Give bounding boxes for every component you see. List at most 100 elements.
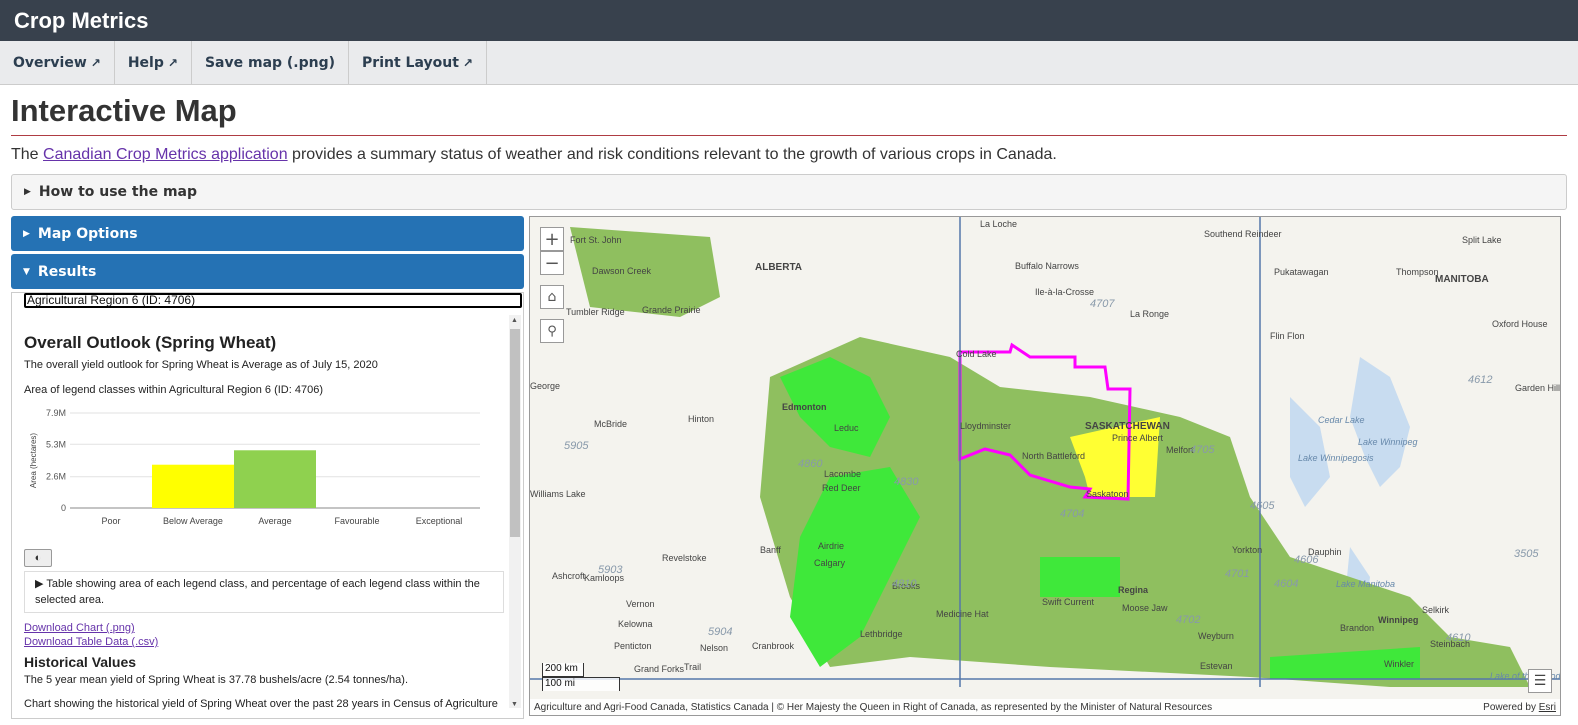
label-red-deer: Red Deer [822,483,861,493]
nav-save-map-button[interactable]: Save map (.png) [192,41,350,84]
label-fort-st-john: Fort St. John [570,235,622,245]
y-tick-label: 7.9M [46,408,66,418]
zoom-in-button[interactable]: + [540,227,564,251]
magnifier-zoom-button[interactable]: ⚲ [540,319,564,343]
x-tick-label: Below Average [163,516,223,526]
table-toggle[interactable]: ▶ Table showing area of each legend clas… [24,571,504,613]
label-thompson: Thompson [1396,267,1439,277]
home-extent-button[interactable]: ⌂ [540,285,564,309]
label-vernon: Vernon [626,599,655,609]
chart-toggle-button[interactable]: ◐ [24,549,52,567]
label-cedar-lake: Cedar Lake [1318,415,1365,425]
label-nelson: Nelson [700,643,728,653]
label-manitoba: MANITOBA [1435,274,1489,285]
label-brandon: Brandon [1340,623,1374,633]
label-estevan: Estevan [1200,661,1233,671]
app-header: Crop Metrics [0,0,1578,41]
download-table-link[interactable]: Download Table Data (.csv) [24,636,508,648]
label-weyburn: Weyburn [1198,631,1234,641]
label-oxford-house: Oxford House [1492,319,1548,329]
map-options-label: Map Options [37,225,138,242]
label-cranbrook: Cranbrook [752,641,795,651]
label-lake-winnipegosis: Lake Winnipegosis [1298,453,1374,463]
x-tick-label: Average [258,516,291,526]
label-southend-reindeer: Southend Reindeer [1204,229,1282,239]
external-link-icon: ↗ [167,55,178,70]
nav-overview-link[interactable]: Overview ↗ [0,41,115,84]
label-split-lake: Split Lake [1462,235,1502,245]
svg-text:5904: 5904 [708,626,732,638]
label-lacombe: Lacombe [824,469,861,479]
label-pukatawagan: Pukatawagan [1274,267,1329,277]
how-to-use-label: How to use the map [38,184,198,200]
x-tick-label: Poor [101,516,120,526]
label-la-loche: La Loche [980,219,1017,229]
results-scroll-area[interactable]: Overall Outlook (Spring Wheat) The overa… [12,313,508,718]
svg-text:4604: 4604 [1274,578,1298,590]
side-panel: ▶ Map Options ▼ Results Agricultural Reg… [11,216,524,719]
results-toggle[interactable]: ▼ Results [11,254,524,289]
scroll-down-icon[interactable]: ▼ [511,701,518,708]
map-attribution: Agriculture and Agri-Food Canada, Statis… [530,699,1560,715]
svg-text:5905: 5905 [564,440,589,452]
results-panel: Agricultural Region 6 (ID: 4706) Overall… [11,292,524,719]
svg-text:3505: 3505 [1514,548,1539,560]
legend-list-button[interactable]: ☰ [1528,669,1552,693]
svg-text:4707: 4707 [1090,298,1115,310]
label-banff: Banff [760,545,781,555]
intro-paragraph: The Canadian Crop Metrics application pr… [11,146,1567,164]
historical-text: The 5 year mean yield of Spring Wheat is… [24,674,408,686]
powered-by: Powered by Esri [1483,702,1556,713]
svg-text:4701: 4701 [1225,568,1249,580]
nav-save-map-label: Save map (.png) [204,54,336,71]
esri-link[interactable]: Esri [1539,702,1556,713]
label-tumbler-ridge: Tumbler Ridge [566,307,625,317]
results-scrollbar[interactable]: ▲ ▼ [509,315,521,708]
nav-print-layout-link[interactable]: Print Layout ↗ [349,41,487,84]
y-tick-label: 5.3M [46,439,66,449]
region-select[interactable]: Agricultural Region 6 (ID: 4706) [24,293,522,308]
nav-help-link[interactable]: Help ↗ [115,41,192,84]
label-garden-hill: Garden Hill [1515,383,1560,393]
nav-overview-label: Overview [13,54,87,71]
powered-by-label: Powered by [1483,701,1536,713]
label-alberta: ALBERTA [755,262,802,273]
nav-help-label: Help [127,54,164,71]
label-williams-lake: Williams Lake [530,489,586,499]
label-selkirk: Selkirk [1422,605,1450,615]
label-ile-a-la-crosse: Ile-à-la-Crosse [1035,287,1094,297]
label-penticton: Penticton [614,641,652,651]
historical-title: Historical Values [24,654,137,670]
scale-bar: 200 km 100 mi [542,663,620,691]
external-link-icon: ↗ [90,55,101,70]
label-north-battleford: North Battleford [1022,451,1085,461]
outlook-text: The overall yield outlook for Spring Whe… [24,359,378,371]
collapse-triangle-icon: ▼ [23,266,30,277]
svg-text:4704: 4704 [1060,508,1084,520]
crop-metrics-app-link[interactable]: Canadian Crop Metrics application [43,146,288,163]
map-view[interactable]: ALBERTA SASKATCHEWAN MANITOBA Fort St. J… [529,216,1561,716]
svg-text:4605: 4605 [1250,500,1275,512]
area-caption: Area of legend classes within Agricultur… [24,384,323,396]
attribution-text: Agriculture and Agri-Food Canada, Statis… [534,701,1213,713]
label-cold-lake: Cold Lake [956,349,997,359]
main-area: ▶ Map Options ▼ Results Agricultural Reg… [11,216,1567,719]
download-chart-link[interactable]: Download Chart (.png) [24,622,508,634]
page-title: Interactive Map [11,93,1567,136]
label-buffalo-narrows: Buffalo Narrows [1015,261,1079,271]
scrollbar-thumb[interactable] [510,329,520,537]
svg-text:4612: 4612 [1468,374,1492,386]
y-tick-label: 0 [61,503,66,513]
scroll-up-icon[interactable]: ▲ [511,317,518,324]
map-canvas[interactable]: ALBERTA SASKATCHEWAN MANITOBA Fort St. J… [530,217,1561,716]
label-kelowna: Kelowna [618,619,653,629]
app-title: Crop Metrics [14,7,149,33]
y-tick-label: 2.6M [46,472,66,482]
area-chart: 0 2.6M 5.3M 7.9M Poor Below Average Average Fav… [24,408,508,543]
page-content: Interactive Map The Canadian Crop Metric… [0,93,1578,719]
how-to-use-toggle[interactable]: ▶ How to use the map [11,174,1567,210]
svg-text:4705: 4705 [1190,444,1215,456]
zoom-out-button[interactable]: − [540,251,564,275]
map-options-toggle[interactable]: ▶ Map Options [11,216,524,251]
label-regina: Regina [1118,585,1149,595]
